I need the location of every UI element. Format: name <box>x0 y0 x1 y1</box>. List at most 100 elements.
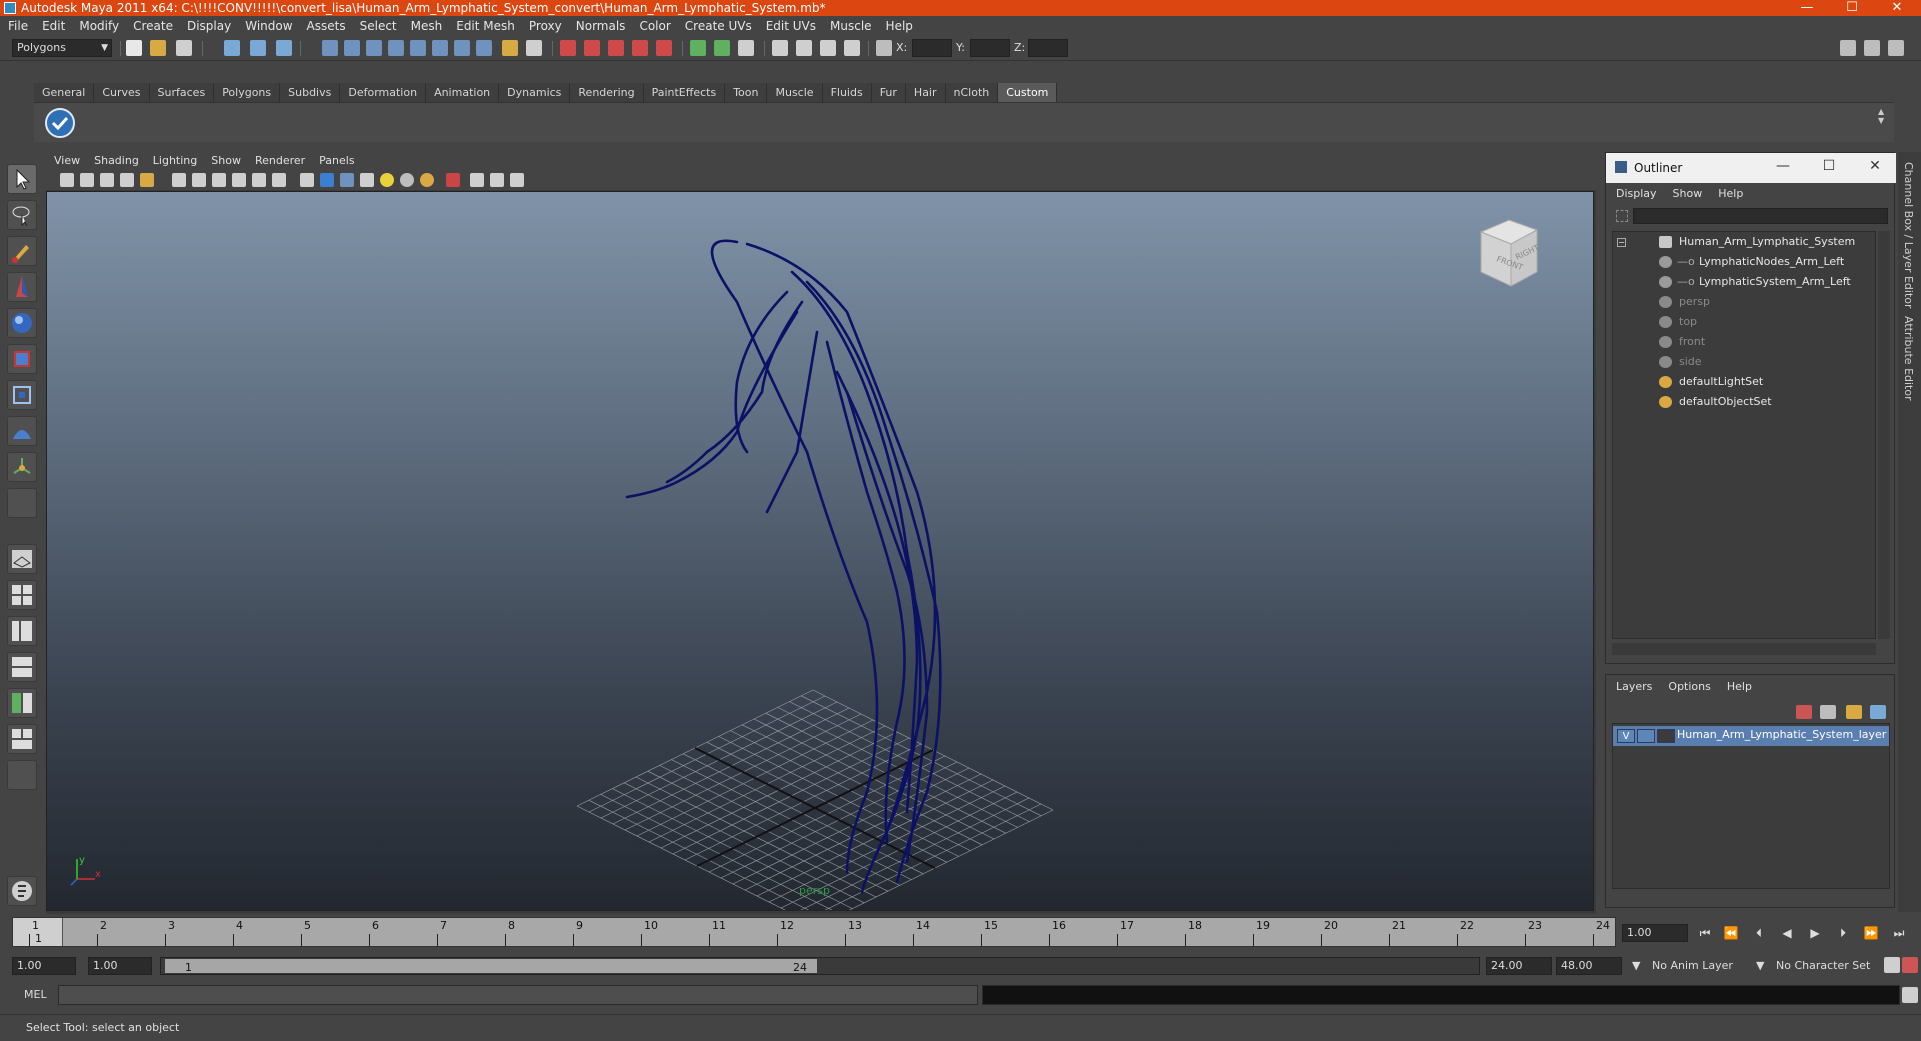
menu-edit-uvs[interactable]: Edit UVs <box>766 19 816 33</box>
scene-canvas[interactable] <box>47 192 1594 911</box>
shelf-tab-fur[interactable]: Fur <box>871 83 906 102</box>
shelf-tab-painteffects[interactable]: PaintEffects <box>643 83 726 102</box>
layer-color-swatch[interactable] <box>1657 729 1675 743</box>
shelf-scroll-arrows[interactable]: ▲ ▼ <box>1878 107 1890 137</box>
select-handles-icon[interactable] <box>322 40 338 56</box>
character-set-dropdown-arrow[interactable]: ▼ <box>1756 957 1764 975</box>
step-back-frame-button[interactable]: ⏪ <box>1720 925 1742 941</box>
render-frame-icon[interactable] <box>796 40 812 56</box>
step-forward-key-button[interactable]: ⏵ <box>1832 925 1854 941</box>
shelf-tab-curves[interactable]: Curves <box>94 83 150 102</box>
menu-color[interactable]: Color <box>639 19 670 33</box>
bookmarks-icon[interactable] <box>100 173 114 187</box>
highlight-selection-icon[interactable] <box>526 40 542 56</box>
menu-edit-mesh[interactable]: Edit Mesh <box>456 19 515 33</box>
four-view-layout-icon[interactable] <box>7 580 37 610</box>
go-to-end-button[interactable]: ⏭ <box>1888 925 1910 941</box>
persp-graph-hypergraph-layout-icon[interactable] <box>7 724 37 754</box>
construction-history-icon[interactable] <box>738 40 754 56</box>
command-input[interactable] <box>58 985 978 1005</box>
playback-start-field[interactable]: 1.00 <box>88 957 152 975</box>
shelf-tab-deformation[interactable]: Deformation <box>340 83 427 102</box>
safe-action-icon[interactable] <box>272 173 286 187</box>
outliner-item-lymphaticnodes-arm-left[interactable]: —o LymphaticNodes_Arm_Left <box>1613 252 1877 272</box>
step-back-key-button[interactable]: ⏴ <box>1748 925 1770 941</box>
anim-layer-dropdown[interactable]: No Anim Layer <box>1652 957 1733 975</box>
chevron-down-icon[interactable]: ▼ <box>1878 116 1890 125</box>
script-editor-icon[interactable] <box>7 876 37 906</box>
shelf-tab-fluids[interactable]: Fluids <box>822 83 872 102</box>
menu-create[interactable]: Create <box>133 19 173 33</box>
render-settings-icon[interactable] <box>844 40 860 56</box>
current-frame-field[interactable]: 1.00 <box>1622 924 1688 942</box>
outliner-maximize-button[interactable]: ☐ <box>1816 158 1842 174</box>
viewport-menu-renderer[interactable]: Renderer <box>255 154 305 167</box>
shelf-tab-custom[interactable]: Custom <box>998 83 1058 102</box>
camera-attributes-icon[interactable] <box>80 173 94 187</box>
shelf-tab-ncloth[interactable]: nCloth <box>945 83 999 102</box>
backface-culling-icon[interactable] <box>510 173 524 187</box>
outliner-item-human-arm-lymphatic-system[interactable]: − Human_Arm_Lymphatic_System <box>1613 232 1877 252</box>
persp-outliner-layout-icon[interactable] <box>7 616 37 646</box>
gate-mask-icon[interactable] <box>232 173 246 187</box>
snap-curve-icon[interactable] <box>584 40 600 56</box>
scale-tool-icon[interactable] <box>7 344 37 374</box>
script-language-toggle[interactable]: MEL <box>24 988 47 1001</box>
select-surfaces-icon[interactable] <box>388 40 404 56</box>
viewport-menu-view[interactable]: View <box>54 154 80 167</box>
layers-menu-options[interactable]: Options <box>1668 680 1710 693</box>
snap-view-plane-icon[interactable] <box>632 40 648 56</box>
move-tool-icon[interactable] <box>7 272 37 302</box>
outliner-item-persp[interactable]: persp <box>1613 292 1877 312</box>
wireframe-on-shaded-icon[interactable] <box>340 173 354 187</box>
xray-icon[interactable] <box>470 173 484 187</box>
hypershade-persp-layout-icon[interactable] <box>7 688 37 718</box>
menu-proxy[interactable]: Proxy <box>529 19 562 33</box>
lock-selection-icon[interactable] <box>502 40 518 56</box>
character-set-dropdown[interactable]: No Character Set <box>1776 957 1870 975</box>
select-dynamics-icon[interactable] <box>432 40 448 56</box>
shelf-tab-polygons[interactable]: Polygons <box>214 83 281 102</box>
channel-box-tab[interactable]: Channel Box / Layer Editor <box>1902 162 1915 309</box>
select-tool-icon[interactable] <box>7 164 37 194</box>
filter-icon[interactable] <box>1616 210 1628 222</box>
use-all-lights-icon[interactable] <box>400 173 414 187</box>
auto-key-icon[interactable] <box>1884 957 1900 973</box>
select-misc-icon[interactable] <box>476 40 492 56</box>
outliner-horizontal-scrollbar[interactable] <box>1612 643 1876 655</box>
select-joints-icon[interactable] <box>344 40 360 56</box>
custom-shelf-checkmark-icon[interactable] <box>44 107 76 139</box>
outliner-vertical-scrollbar[interactable] <box>1878 231 1890 639</box>
animation-end-field[interactable]: 48.00 <box>1556 957 1622 975</box>
menu-muscle[interactable]: Muscle <box>830 19 872 33</box>
use-default-lighting-icon[interactable] <box>380 173 394 187</box>
menu-create-uvs[interactable]: Create UVs <box>685 19 752 33</box>
smooth-shade-icon[interactable] <box>320 173 334 187</box>
menu-file[interactable]: File <box>8 19 28 33</box>
outliner-filter-input[interactable] <box>1633 208 1888 224</box>
close-button[interactable]: ✕ <box>1875 0 1919 16</box>
menu-normals[interactable]: Normals <box>576 19 626 33</box>
select-hierarchy-icon[interactable] <box>224 40 240 56</box>
new-layer-selected-icon[interactable] <box>1870 705 1886 719</box>
layer-row-human-arm-lymphatic-system-layer[interactable]: V Human_Arm_Lymphatic_System_layer <box>1613 726 1889 746</box>
layers-menu-help[interactable]: Help <box>1727 680 1752 693</box>
shelf-tab-toon[interactable]: Toon <box>725 83 768 102</box>
collapse-icon[interactable]: − <box>1617 238 1626 247</box>
step-forward-frame-button[interactable]: ⏩ <box>1860 925 1882 941</box>
new-empty-layer-icon[interactable] <box>1846 705 1862 719</box>
layout-options-icon[interactable] <box>7 760 37 790</box>
play-backwards-button[interactable]: ◀ <box>1776 925 1798 941</box>
shelf-tab-rendering[interactable]: Rendering <box>570 83 644 102</box>
viewport-menu-show[interactable]: Show <box>211 154 241 167</box>
move-layer-down-icon[interactable] <box>1820 705 1836 719</box>
new-scene-icon[interactable] <box>126 40 142 56</box>
outliner-menu-display[interactable]: Display <box>1616 187 1657 200</box>
toggle-channel-box-icon[interactable] <box>1888 40 1904 56</box>
minimize-button[interactable]: — <box>1785 0 1829 16</box>
toggle-tool-settings-icon[interactable] <box>1864 40 1880 56</box>
two-d-pan-zoom-icon[interactable] <box>140 173 154 187</box>
shelf-tab-surfaces[interactable]: Surfaces <box>149 83 215 102</box>
wireframe-icon[interactable] <box>300 173 314 187</box>
output-ops-icon[interactable] <box>714 40 730 56</box>
